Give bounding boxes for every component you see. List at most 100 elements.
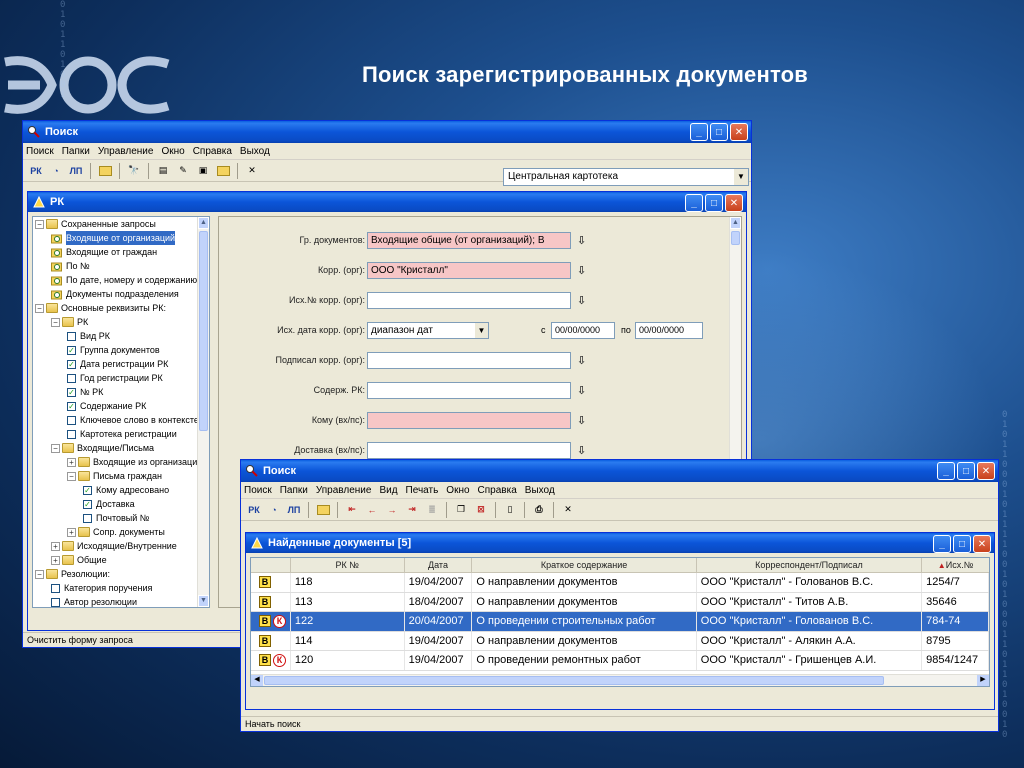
col-out-no[interactable]: ▲Исх.№ <box>922 558 989 572</box>
move-first-icon[interactable]: ⇤ <box>343 501 361 519</box>
tree-item[interactable]: По дате, номеру и содержанию <box>33 273 209 287</box>
tree-item[interactable]: − РК <box>33 315 209 329</box>
rk-card-icon[interactable]: ЛП <box>285 501 303 519</box>
found-maximize-button[interactable]: □ <box>953 535 971 553</box>
minimize-button[interactable]: _ <box>690 123 708 141</box>
folder-icon[interactable] <box>96 162 114 180</box>
pin-icon[interactable]: ⇩ <box>577 414 586 427</box>
tree-item[interactable]: Ключевое слово в контексте <box>33 413 209 427</box>
tree-item[interactable]: − Входящие/Письма <box>33 441 209 455</box>
search-window-titlebar[interactable]: Поиск _ □ ✕ <box>23 121 751 143</box>
checkbox[interactable]: ✓ <box>67 359 76 369</box>
col-summary[interactable]: Краткое содержание <box>472 558 697 572</box>
rk-card-icon[interactable]: ЛП <box>67 162 85 180</box>
collapse-icon[interactable]: − <box>35 219 44 229</box>
tree-item[interactable]: ✓ Дата регистрации РК <box>33 357 209 371</box>
table-row[interactable]: B К 120 19/04/2007 О проведении ремонтных ра… <box>251 651 989 671</box>
tree-item[interactable]: + Исходящие/Внутренние <box>33 539 209 553</box>
tree-item[interactable]: Автор резолюции <box>33 595 209 607</box>
tree-item[interactable]: Категория поручения <box>33 581 209 595</box>
col-correspondent[interactable]: Корреспондент/Подписал <box>697 558 923 572</box>
delivery-field[interactable] <box>367 441 571 459</box>
results-window-titlebar[interactable]: Поиск _ □ ✕ <box>241 460 998 482</box>
printer-icon[interactable]: ⎙ <box>530 501 548 519</box>
pin-icon[interactable]: ⇩ <box>577 354 586 367</box>
menu-exit[interactable]: Выход <box>525 485 555 496</box>
document-icon[interactable]: ▯ <box>501 501 519 519</box>
tree-item[interactable]: − Основные реквизиты РК: <box>33 301 209 315</box>
minimize-button[interactable]: _ <box>937 462 955 480</box>
expand-icon[interactable]: + <box>67 527 76 537</box>
folder-icon[interactable] <box>314 501 332 519</box>
menu-help[interactable]: Справка <box>193 146 232 157</box>
table-row[interactable]: B 113 18/04/2007 О направлении документов ОО… <box>251 592 989 612</box>
collapse-icon[interactable]: − <box>51 443 60 453</box>
move-last-icon[interactable]: ⇥ <box>403 501 421 519</box>
doc-group-field[interactable]: Входящие общие (от организаций); В <box>367 231 571 249</box>
found-docs-titlebar[interactable]: Найденные документы [5] _ □ ✕ <box>246 533 994 553</box>
tree-item[interactable]: Входящие от граждан <box>33 245 209 259</box>
pin-icon[interactable]: ⇩ <box>577 264 586 277</box>
edit-icon[interactable]: ✎ <box>174 162 192 180</box>
out-date-mode-select[interactable]: диапазон дат ▼ <box>367 321 489 339</box>
rk-minimize-button[interactable]: _ <box>685 194 703 212</box>
tree-item[interactable]: − Письма граждан <box>33 469 209 483</box>
out-no-field[interactable] <box>367 291 571 309</box>
tree-item[interactable]: + Сопр. документы <box>33 525 209 539</box>
pin-icon[interactable]: ⇩ <box>577 234 586 247</box>
tree-item[interactable]: ✓ Кому адресовано <box>33 483 209 497</box>
date-to-field[interactable]: 00/00/0000 <box>635 321 703 339</box>
query-tree[interactable]: − Сохраненные запросы Входящие от организа… <box>32 216 210 608</box>
image-icon[interactable]: ▣ <box>194 162 212 180</box>
rk-close-button[interactable]: ✕ <box>725 194 743 212</box>
menu-folders[interactable]: Папки <box>280 485 308 496</box>
table-row[interactable]: B К 122 20/04/2007 О проведении строительных… <box>251 612 989 632</box>
close-x-icon[interactable]: ✕ <box>243 162 261 180</box>
results-hscrollbar[interactable]: ◀ ▶ <box>251 674 989 686</box>
found-minimize-button[interactable]: _ <box>933 535 951 553</box>
collapse-icon[interactable]: − <box>35 303 44 313</box>
corr-field[interactable]: ООО "Кристалл" <box>367 261 571 279</box>
tree-item[interactable]: − Сохраненные запросы <box>33 217 209 231</box>
binoculars-icon[interactable]: 🔭 <box>125 162 143 180</box>
menu-folders[interactable]: Папки <box>62 146 90 157</box>
chevron-down-icon[interactable]: ▼ <box>734 169 748 185</box>
expand-icon[interactable]: + <box>67 457 76 467</box>
tree-item[interactable]: ✓ № РК <box>33 385 209 399</box>
col-icons[interactable] <box>251 558 291 572</box>
tree-scrollbar[interactable]: ▲ ▼ <box>197 217 209 607</box>
pin-icon[interactable]: ⇩ <box>577 444 586 457</box>
checkbox[interactable]: ✓ <box>67 345 76 355</box>
rk-search-icon[interactable]: ◔ <box>47 162 65 180</box>
tree-item[interactable]: По № <box>33 259 209 273</box>
whom-field[interactable] <box>367 411 571 429</box>
menu-search[interactable]: Поиск <box>244 485 272 496</box>
checkbox[interactable] <box>67 429 76 439</box>
maximize-button[interactable]: □ <box>710 123 728 141</box>
table-row[interactable]: B 118 19/04/2007 О направлении документов ОО… <box>251 573 989 593</box>
rk-maximize-button[interactable]: □ <box>705 194 723 212</box>
menu-window[interactable]: Окно <box>161 146 184 157</box>
tree-item[interactable]: Входящие от организаций <box>33 231 209 245</box>
tree-item[interactable]: ✓ Доставка <box>33 497 209 511</box>
rk-titlebar[interactable]: РК _ □ ✕ <box>28 192 746 212</box>
collapse-icon[interactable]: − <box>35 569 44 579</box>
menu-view[interactable]: Вид <box>379 485 397 496</box>
close-button[interactable]: ✕ <box>977 462 995 480</box>
date-from-field[interactable]: 00/00/0000 <box>551 321 615 339</box>
menu-search[interactable]: Поиск <box>26 146 54 157</box>
tree-item[interactable]: + Общие <box>33 553 209 567</box>
checkbox[interactable]: ✓ <box>83 485 92 495</box>
menu-help[interactable]: Справка <box>478 485 517 496</box>
cabinet-select[interactable]: Центральная картотека ▼ <box>503 168 749 186</box>
form-icon[interactable]: ▤ <box>154 162 172 180</box>
maximize-button[interactable]: □ <box>957 462 975 480</box>
close-button[interactable]: ✕ <box>730 123 748 141</box>
tree-item[interactable]: ✓ Содержание РК <box>33 399 209 413</box>
expand-icon[interactable]: + <box>51 541 60 551</box>
collapse-icon[interactable]: − <box>51 317 60 327</box>
content-field[interactable] <box>367 381 571 399</box>
checkbox[interactable]: ✓ <box>83 499 92 509</box>
tree-item[interactable]: + Входящие из организаций <box>33 455 209 469</box>
rk-search-icon[interactable]: ◔ <box>265 501 283 519</box>
